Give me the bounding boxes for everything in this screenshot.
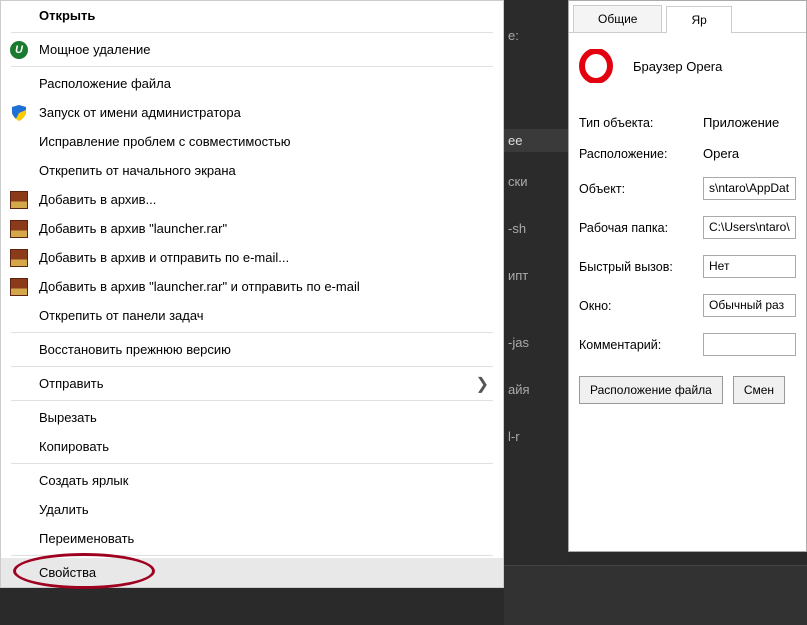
menu-run-admin[interactable]: Запуск от имени администратора <box>1 98 503 127</box>
window-select[interactable]: Обычный раз <box>703 294 796 317</box>
change-icon-button[interactable]: Смен <box>733 376 785 404</box>
comment-label: Комментарий: <box>579 338 697 352</box>
opera-icon <box>579 49 613 83</box>
tab-shortcut[interactable]: Яр <box>666 6 731 33</box>
menu-create-shortcut[interactable]: Создать ярлык <box>1 466 503 495</box>
bg-text: е: <box>504 24 568 47</box>
location-label: Расположение: <box>579 147 697 161</box>
menu-unpin-taskbar[interactable]: Открепить от панели задач <box>1 301 503 330</box>
row-workdir: Рабочая папка: C:\Users\ntaro\ <box>579 216 796 239</box>
bg-text: ее <box>504 129 568 152</box>
tabs: Общие Яр <box>569 1 806 33</box>
menu-delete[interactable]: Удалить <box>1 495 503 524</box>
bottom-bar <box>504 565 807 625</box>
row-target: Объект: s\ntaro\AppDat <box>579 177 796 200</box>
row-window: Окно: Обычный раз <box>579 294 796 317</box>
file-location-button[interactable]: Расположение файла <box>579 376 723 404</box>
btn-label: Расположение файла <box>590 383 712 397</box>
menu-archive-rar-email[interactable]: Добавить в архив "launcher.rar" и отправ… <box>1 272 503 301</box>
menu-archive-email[interactable]: Добавить в архив и отправить по e-mail..… <box>1 243 503 272</box>
menu-label: Восстановить прежнюю версию <box>39 342 231 357</box>
menu-label: Удалить <box>39 502 89 517</box>
menu-label: Переименовать <box>39 531 134 546</box>
rar-icon <box>9 277 29 297</box>
menu-label: Копировать <box>39 439 109 454</box>
rar-icon <box>9 248 29 268</box>
row-comment: Комментарий: <box>579 333 796 356</box>
chevron-right-icon: ❯ <box>476 374 489 394</box>
row-location: Расположение: Opera <box>579 146 796 161</box>
properties-dialog: Общие Яр Браузер Opera Тип объекта: Прил… <box>568 0 807 552</box>
hotkey-label: Быстрый вызов: <box>579 260 697 274</box>
menu-label: Отправить <box>39 376 103 391</box>
bg-text: -sh <box>504 217 568 240</box>
menu-iobit[interactable]: U Мощное удаление <box>1 35 503 64</box>
workdir-label: Рабочая папка: <box>579 221 697 235</box>
menu-label: Вырезать <box>39 410 97 425</box>
button-row: Расположение файла Смен <box>579 376 796 404</box>
menu-restore[interactable]: Восстановить прежнюю версию <box>1 335 503 364</box>
workdir-input[interactable]: C:\Users\ntaro\ <box>703 216 796 239</box>
separator <box>11 66 493 67</box>
separator <box>11 32 493 33</box>
background-window: е: ее ски -sh ипт -jas айя l-r <box>504 0 568 625</box>
menu-send-to[interactable]: Отправить ❯ <box>1 369 503 398</box>
menu-open[interactable]: Открыть <box>1 1 503 30</box>
menu-archive-rar[interactable]: Добавить в архив "launcher.rar" <box>1 214 503 243</box>
location-value: Opera <box>703 146 739 161</box>
app-name: Браузер Opera <box>633 59 722 74</box>
menu-archive-add[interactable]: Добавить в архив... <box>1 185 503 214</box>
bg-text: айя <box>504 378 568 401</box>
context-menu: Открыть U Мощное удаление Расположение ф… <box>0 0 504 588</box>
separator <box>11 400 493 401</box>
menu-compat[interactable]: Исправление проблем с совместимостью <box>1 127 503 156</box>
bg-text: -jas <box>504 331 568 354</box>
menu-label: Открепить от панели задач <box>39 308 204 323</box>
menu-cut[interactable]: Вырезать <box>1 403 503 432</box>
type-value: Приложение <box>703 115 779 130</box>
menu-label: Свойства <box>39 565 96 580</box>
type-label: Тип объекта: <box>579 116 697 130</box>
bg-text: l-r <box>504 425 568 448</box>
tab-general[interactable]: Общие <box>573 5 662 32</box>
menu-label: Создать ярлык <box>39 473 128 488</box>
menu-label: Добавить в архив и отправить по e-mail..… <box>39 250 289 265</box>
shield-icon <box>9 103 29 123</box>
menu-copy[interactable]: Копировать <box>1 432 503 461</box>
dialog-body: Тип объекта: Приложение Расположение: Op… <box>569 115 806 404</box>
comment-input[interactable] <box>703 333 796 356</box>
menu-location[interactable]: Расположение файла <box>1 69 503 98</box>
bg-text: ипт <box>504 264 568 287</box>
btn-label: Смен <box>744 383 774 397</box>
separator <box>11 555 493 556</box>
bg-text: ски <box>504 170 568 193</box>
menu-label: Исправление проблем с совместимостью <box>39 134 291 149</box>
menu-label: Добавить в архив "launcher.rar" и отправ… <box>39 279 360 294</box>
row-hotkey: Быстрый вызов: Нет <box>579 255 796 278</box>
menu-label: Добавить в архив... <box>39 192 156 207</box>
menu-properties[interactable]: Свойства <box>1 558 503 587</box>
menu-label: Мощное удаление <box>39 42 151 57</box>
menu-unpin-start[interactable]: Открепить от начального экрана <box>1 156 503 185</box>
menu-rename[interactable]: Переименовать <box>1 524 503 553</box>
hotkey-input[interactable]: Нет <box>703 255 796 278</box>
separator <box>11 463 493 464</box>
row-type: Тип объекта: Приложение <box>579 115 796 130</box>
iobit-icon: U <box>9 40 29 60</box>
dialog-header: Браузер Opera <box>569 33 806 99</box>
tab-label: Общие <box>598 12 637 26</box>
menu-label: Открепить от начального экрана <box>39 163 236 178</box>
window-label: Окно: <box>579 299 697 313</box>
separator <box>11 366 493 367</box>
rar-icon <box>9 219 29 239</box>
menu-label: Добавить в архив "launcher.rar" <box>39 221 227 236</box>
target-input[interactable]: s\ntaro\AppDat <box>703 177 796 200</box>
tab-label: Яр <box>691 13 706 27</box>
menu-label: Запуск от имени администратора <box>39 105 241 120</box>
separator <box>11 332 493 333</box>
target-label: Объект: <box>579 182 697 196</box>
menu-label: Расположение файла <box>39 76 171 91</box>
rar-icon <box>9 190 29 210</box>
menu-label: Открыть <box>39 8 95 23</box>
